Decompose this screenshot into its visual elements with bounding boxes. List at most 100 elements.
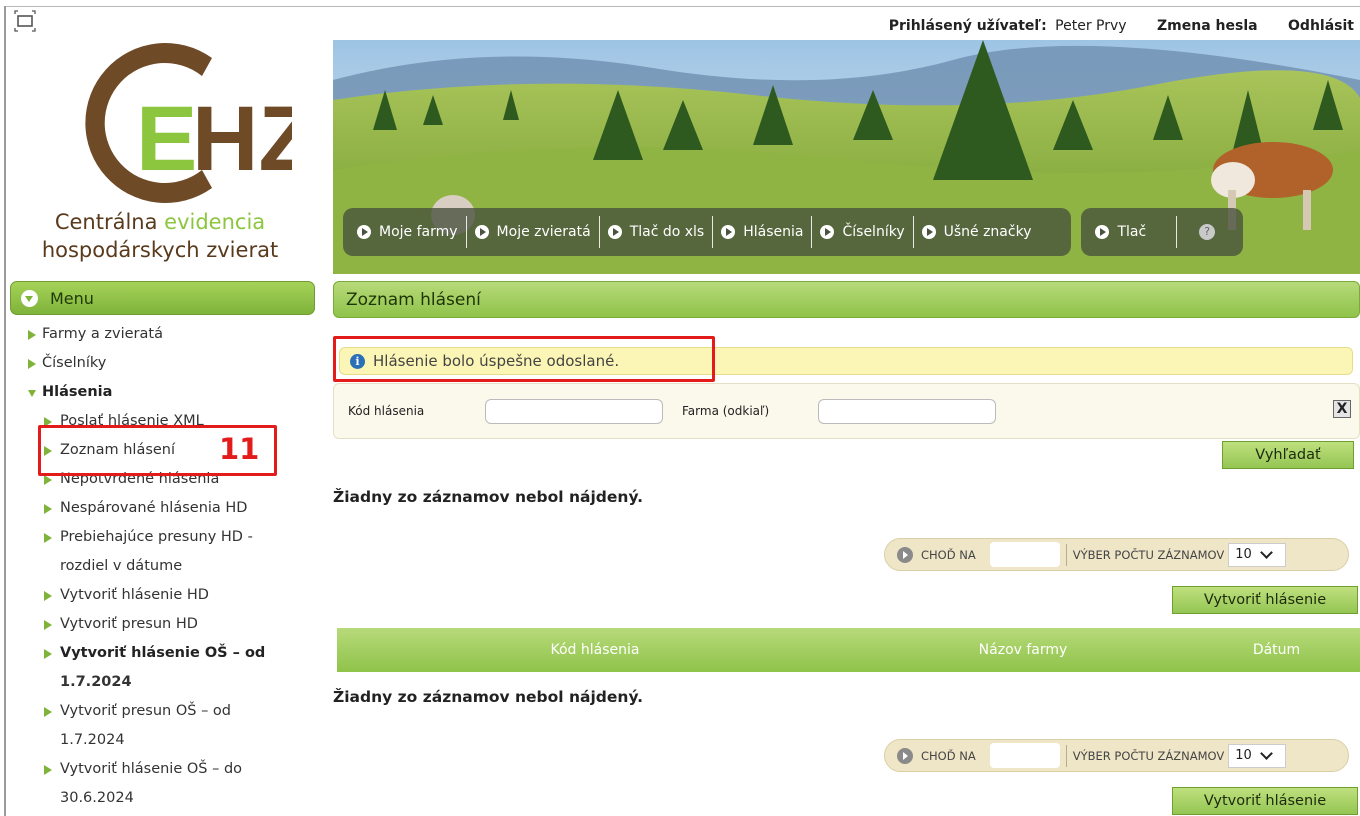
sidebar-subitem-create-os-to[interactable]: Vytvoriť hlásenie OŠ – do [28, 755, 318, 784]
empty-result-text: Žiadny zo záznamov nebol nájdený. [333, 688, 644, 706]
table-header: Kód hlásenia Názov farmy Dátum [337, 628, 1360, 672]
nav-label: Číselníky [842, 224, 905, 240]
separator [1065, 744, 1067, 767]
sidebar-item-label-continued[interactable]: 30.6.2024 [28, 784, 318, 813]
sidebar-item-label: Vytvoriť presun OŠ – od [60, 703, 232, 719]
separator [1065, 543, 1067, 566]
farm-input[interactable] [818, 399, 996, 424]
sidebar-item-farms[interactable]: Farmy a zvieratá [28, 320, 318, 349]
user-name: Peter Prvy [1055, 18, 1127, 34]
close-icon[interactable]: X [1333, 400, 1351, 418]
empty-result-text: Žiadny zo záznamov nebol nájdený. [333, 488, 644, 506]
sidebar-item-label: Vytvoriť hlásenie OŠ – od [60, 645, 266, 661]
code-label: Kód hlásenia [348, 404, 425, 418]
triangle-right-icon [44, 620, 52, 630]
logo-letter-e: E [136, 88, 197, 190]
farm-label: Farma (odkiaľ) [682, 404, 770, 418]
sidebar-item-label-continued[interactable]: 1.7.2024 [28, 668, 318, 697]
page-size-label: VÝBER POČTU ZÁZNAMOV [1072, 748, 1225, 763]
triangle-right-icon [44, 504, 52, 514]
play-icon [721, 225, 736, 239]
goto-input[interactable] [989, 542, 1060, 567]
triangle-right-icon [28, 359, 36, 369]
nav-item-print[interactable]: Tlač [1087, 216, 1178, 248]
nav-item-reports[interactable]: Hlásenia [713, 216, 813, 248]
triangle-right-icon [44, 475, 52, 485]
sidebar-item-label: Prebiehajúce presuny HD - [60, 529, 253, 545]
nav-item-help[interactable]: ? [1177, 216, 1237, 248]
triangle-right-icon [44, 533, 52, 543]
sidebar-subitem-create-os-from[interactable]: Vytvoriť hlásenie OŠ – od [28, 639, 318, 668]
chevron-down-icon [1259, 746, 1273, 760]
pager-bottom: CHOĎ NA VÝBER POČTU ZÁZNAMOV 10 [884, 739, 1349, 772]
sidebar-subitem-create-move-hd[interactable]: Vytvoriť presun HD [28, 610, 318, 639]
sidebar-item-label-continued[interactable]: 1.7.2024 [28, 726, 318, 755]
sidebar-item-label: Číselníky [42, 355, 107, 371]
main-navigation: Moje farmy Moje zvieratá Tlač do xls Hlá… [343, 208, 1244, 256]
goto-label: CHOĎ NA [921, 748, 976, 763]
tagline-line2: hospodárskych zvierat [41, 238, 279, 262]
page-size-select[interactable]: 10 [1228, 542, 1287, 567]
sidebar-item-label-continued[interactable]: rozdiel v dátume [28, 552, 318, 581]
sidebar-item-label: Vytvoriť hlásenie HD [60, 587, 209, 603]
tagline-word-centralna: Centrálna [54, 210, 158, 234]
nav-label: Hlásenia [743, 224, 804, 240]
page-size-select[interactable]: 10 [1228, 743, 1287, 768]
sidebar-subitem-unpaired-hd[interactable]: Nespárované hlásenia HD [28, 494, 318, 523]
sidebar-item-label: Vytvoriť presun HD [60, 616, 198, 632]
sidebar-subitem-create-move-os-from[interactable]: Vytvoriť presun OŠ – od [28, 697, 318, 726]
sidebar-item-label: Farmy a zvieratá [42, 326, 163, 342]
triangle-down-icon [28, 390, 36, 397]
create-report-button[interactable]: Vytvoriť hlásenie [1172, 586, 1358, 614]
column-header-farm-name[interactable]: Názov farmy [853, 642, 1193, 658]
nav-label: Tlač do xls [629, 224, 705, 240]
play-icon[interactable] [897, 747, 913, 764]
nav-group-main: Moje farmy Moje zvieratá Tlač do xls Hlá… [343, 208, 1072, 256]
triangle-right-icon [44, 707, 52, 717]
window-frame-top [4, 6, 1360, 7]
search-button[interactable]: Vyhľadať [1222, 441, 1354, 469]
pager-top: CHOĎ NA VÝBER POČTU ZÁZNAMOV 10 [884, 538, 1349, 571]
nav-item-my-animals[interactable]: Moje zvieratá [467, 216, 600, 248]
triangle-right-icon [44, 765, 52, 775]
play-icon [921, 225, 936, 239]
goto-input[interactable] [989, 743, 1060, 768]
nav-item-ear-tags[interactable]: Ušné značky [914, 216, 1066, 248]
page-size-value: 10 [1235, 547, 1252, 562]
column-header-date[interactable]: Dátum [1193, 642, 1360, 658]
triangle-right-icon [44, 649, 52, 659]
code-input[interactable] [485, 399, 663, 424]
nav-item-print-xls[interactable]: Tlač do xls [600, 216, 714, 248]
page-size-label: VÝBER POČTU ZÁZNAMOV [1072, 547, 1225, 562]
cehz-logo[interactable]: E HZ [62, 38, 292, 208]
logo-letters-hz: HZ [192, 88, 292, 190]
column-header-code[interactable]: Kód hlásenia [337, 642, 853, 658]
nav-item-codelists[interactable]: Číselníky [812, 216, 914, 248]
annotation-highlight-box [333, 336, 715, 382]
logout-link[interactable]: Odhlásit [1288, 18, 1354, 34]
change-password-link[interactable]: Zmena hesla [1157, 18, 1258, 34]
play-icon [474, 225, 489, 239]
nav-group-secondary: Tlač ? [1081, 208, 1244, 256]
sidebar-subitem-ongoing-moves[interactable]: Prebiehajúce presuny HD - [28, 523, 318, 552]
sidebar-menu-header[interactable]: Menu [10, 281, 315, 315]
play-icon[interactable] [897, 546, 913, 563]
expand-icon[interactable] [14, 10, 36, 32]
page-size-value: 10 [1235, 748, 1252, 763]
chevron-down-icon [1259, 545, 1273, 559]
annotation-number: 11 [219, 432, 260, 466]
sidebar-item-label: Hlásenia [42, 384, 113, 400]
sidebar-menu: Farmy a zvieratá Číselníky Hlásenia Posl… [28, 320, 318, 813]
create-report-button[interactable]: Vytvoriť hlásenie [1172, 787, 1358, 815]
nav-label: Moje zvieratá [496, 224, 591, 240]
nav-label: Tlač [1117, 224, 1147, 240]
sidebar-item-reports[interactable]: Hlásenia [28, 378, 318, 407]
play-icon [1095, 225, 1110, 239]
sidebar-item-codelists[interactable]: Číselníky [28, 349, 318, 378]
nav-item-my-farms[interactable]: Moje farmy [349, 216, 467, 248]
page-title: Zoznam hlásení [333, 281, 1360, 318]
help-icon: ? [1199, 224, 1216, 240]
topbar: Prihlásený užívateľ: Peter Prvy Zmena he… [889, 18, 1354, 34]
sidebar-subitem-create-hd[interactable]: Vytvoriť hlásenie HD [28, 581, 318, 610]
goto-label: CHOĎ NA [921, 547, 976, 562]
